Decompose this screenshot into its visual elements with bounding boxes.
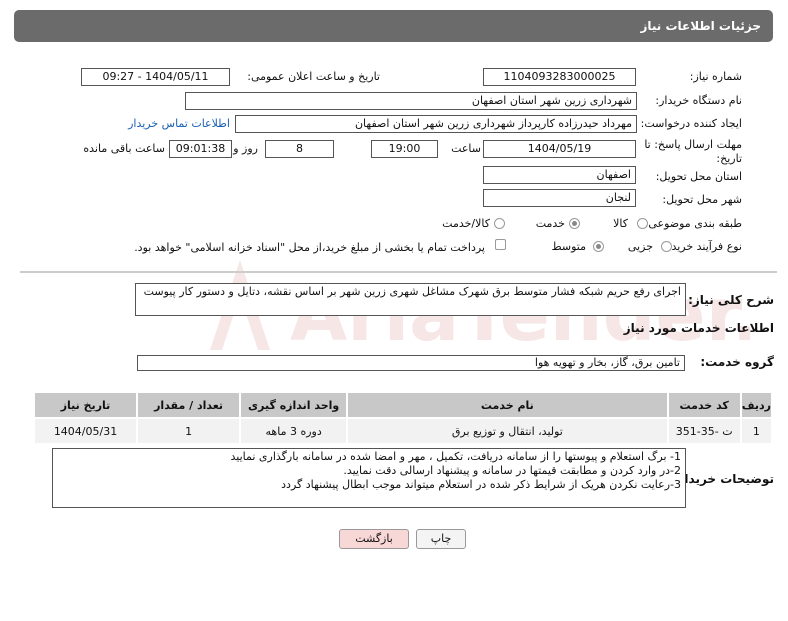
category-label: طبقه بندی موضوعی: (644, 217, 742, 230)
deadline-time-label: ساعت (451, 142, 481, 155)
remaining-time-field[interactable]: 09:01:38 (169, 140, 232, 158)
creator-field[interactable]: مهرداد حیدرزاده کارپرداز شهرداری زرین شه… (235, 115, 637, 133)
buyer-org-label: نام دستگاه خریدار: (655, 94, 742, 107)
category-radio-goods-service[interactable] (494, 218, 505, 229)
col-unit: واحد اندازه گیری (239, 391, 349, 419)
cell-name: تولید، انتقال و توزیع برق (346, 417, 669, 445)
service-group-field[interactable]: تامین برق، گاز، بخار و تهویه هوا (137, 355, 685, 371)
cell-code: ت -35-351 (666, 417, 742, 445)
deadline-time-field[interactable]: 19:00 (371, 140, 438, 158)
print-button[interactable]: چاپ (416, 529, 466, 549)
buyer-notes-label: توضیحات خریدار: (672, 472, 774, 486)
announce-label: تاریخ و ساعت اعلان عمومی: (247, 70, 380, 83)
deadline-label: مهلت ارسال پاسخ: تا (644, 138, 742, 151)
treasury-payment-note: پرداخت تمام یا بخشی از مبلغ خرید،از محل … (134, 241, 485, 254)
process-radio-minor[interactable] (661, 241, 672, 252)
cell-index: 1 (739, 417, 774, 445)
cell-qty: 1 (136, 417, 242, 445)
col-date: تاریخ نیاز (32, 391, 139, 419)
cell-date: 1404/05/31 (32, 417, 139, 445)
need-number-field[interactable]: 1104093283000025 (483, 68, 636, 86)
process-radio-medium[interactable] (593, 241, 604, 252)
category-radio-goods[interactable] (637, 218, 648, 229)
category-option-service: خدمت (535, 217, 565, 230)
announce-field[interactable]: 1404/05/11 - 09:27 (81, 68, 230, 86)
creator-label: ایجاد کننده درخواست: (640, 117, 742, 130)
col-index: ردیف (739, 391, 774, 419)
cell-unit: دوره 3 ماهه (239, 417, 349, 445)
province-field[interactable]: اصفهان (483, 166, 636, 184)
page-title: جزئیات اطلاعات نیاز (640, 19, 761, 33)
process-option-minor: جزیی (627, 240, 653, 253)
deadline-date-field[interactable]: 1404/05/19 (483, 140, 636, 158)
description-label: شرح کلی نیاز: (688, 293, 774, 307)
city-field[interactable]: لنجان (483, 189, 636, 207)
back-button[interactable]: بازگشت (339, 529, 409, 549)
process-option-medium: متوسط (551, 240, 586, 253)
buyer-note-line-3: 3-رعایت نکردن هریک از شرایط ذکر شده در ا… (281, 478, 681, 491)
divider-top (20, 271, 777, 273)
services-section-title: اطلاعات خدمات مورد نیاز (623, 321, 774, 335)
services-table: ردیف کد خدمت نام خدمت واحد اندازه گیری ت… (32, 391, 774, 445)
contact-info-link[interactable]: اطلاعات تماس خریدار (128, 117, 230, 130)
buyer-notes-field[interactable]: 1- برگ استعلام و پیوستها را از سامانه در… (52, 448, 686, 508)
buyer-org-field[interactable]: شهرداری زرین شهر استان اصفهان (185, 92, 637, 110)
remaining-label: ساعت باقی مانده (83, 142, 165, 155)
deadline-label-date: تاریخ: (716, 152, 742, 165)
service-group-label: گروه خدمت: (700, 355, 774, 369)
description-field[interactable]: اجرای رفع حریم شبکه فشار متوسط برق شهرک … (135, 283, 686, 316)
table-header-row: ردیف کد خدمت نام خدمت واحد اندازه گیری ت… (32, 391, 774, 419)
days-label: روز و (233, 142, 258, 155)
category-radio-service[interactable] (569, 218, 580, 229)
category-option-goods: کالا (613, 217, 628, 230)
city-label: شهر محل تحویل: (662, 193, 742, 206)
col-code: کد خدمت (666, 391, 742, 419)
need-number-label: شماره نیاز: (689, 70, 742, 83)
process-label: نوع فرآیند خرید : (664, 240, 742, 253)
header-panel: جزئیات اطلاعات نیاز (14, 10, 773, 42)
table-row[interactable]: 1 ت -35-351 تولید، انتقال و توزیع برق دو… (32, 417, 774, 445)
treasury-payment-checkbox[interactable] (495, 239, 506, 250)
province-label: استان محل تحویل: (655, 170, 742, 183)
buyer-note-line-2: 2-در وارد کردن و مطابقت قیمتها در سامانه… (343, 464, 681, 477)
col-name: نام خدمت (346, 391, 669, 419)
col-qty: تعداد / مقدار (136, 391, 242, 419)
category-option-goods-service: کالا/خدمت (442, 217, 490, 230)
buyer-note-line-1: 1- برگ استعلام و پیوستها را از سامانه در… (230, 450, 682, 463)
days-field[interactable]: 8 (265, 140, 334, 158)
